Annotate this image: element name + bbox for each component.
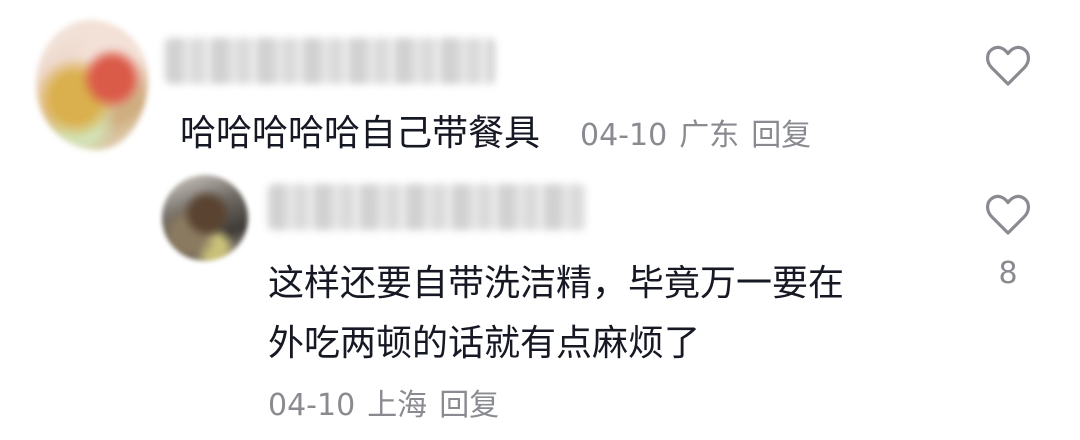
avatar[interactable] — [162, 175, 248, 261]
like-button[interactable] — [984, 44, 1032, 88]
like-button[interactable] — [984, 193, 1032, 237]
comment-text: 哈哈哈哈哈自己带餐具 — [180, 113, 541, 154]
reply-date: 04-10 — [268, 388, 356, 423]
username-redacted[interactable] — [165, 38, 495, 84]
reply-meta: 04-10 上海 回复 — [268, 380, 511, 424]
reply-text-line: 外吃两顿的话就有点麻烦了 — [268, 323, 701, 364]
comment-meta: 04-10 广东 回复 — [580, 110, 823, 154]
avatar[interactable] — [36, 20, 148, 150]
heart-outline-icon — [985, 194, 1031, 235]
like-count: 8 — [998, 256, 1018, 291]
reply-button[interactable]: 回复 — [439, 388, 499, 423]
username-redacted[interactable] — [268, 184, 586, 230]
reply-location: 上海 — [367, 388, 428, 423]
comment-location: 广东 — [679, 118, 740, 153]
reply-button[interactable]: 回复 — [751, 118, 811, 153]
reply-text-line: 这样还要自带洗洁精，毕竟万一要在 — [268, 263, 845, 304]
comment-thread: 哈哈哈哈哈自己带餐具 04-10 广东 回复 这样还要自带洗洁精，毕竟万一要在 外吃… — [0, 0, 1080, 440]
heart-outline-icon — [985, 45, 1031, 86]
comment-date: 04-10 — [580, 118, 668, 153]
